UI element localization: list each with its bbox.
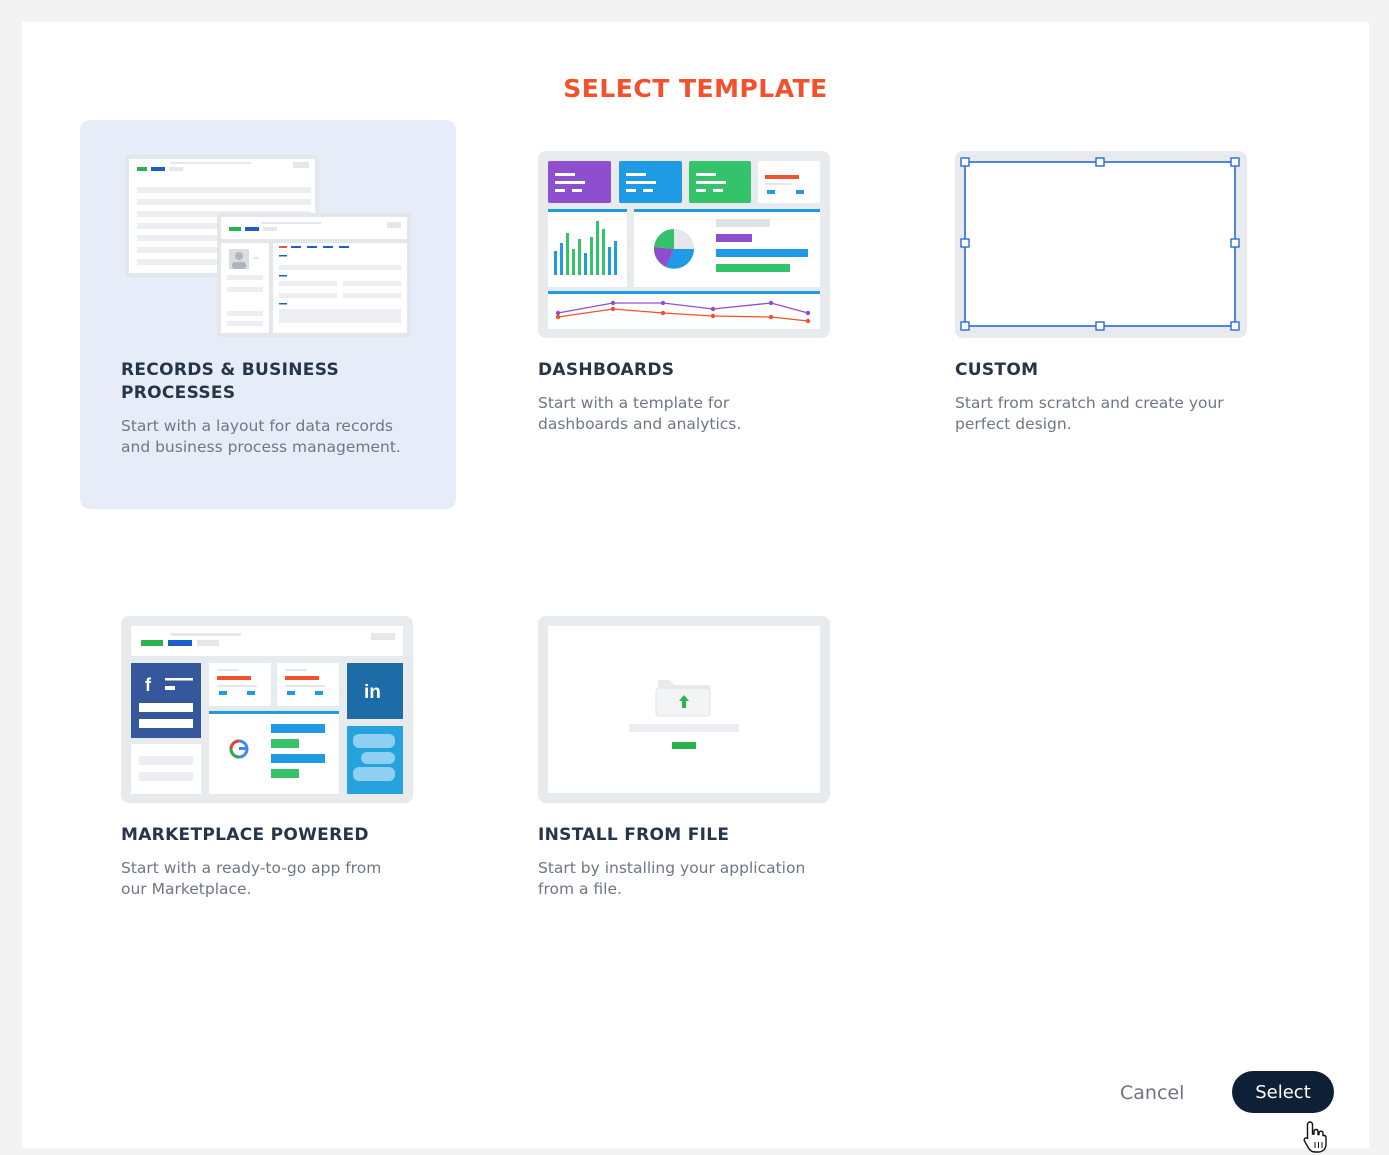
dialog-title: SELECT TEMPLATE (563, 74, 828, 103)
hand-pointer-cursor-icon (1303, 1121, 1327, 1153)
custom-frame-illustration (960, 157, 1240, 331)
select-template-dialog: SELECT TEMPLATE RECORDS & BUSINESS PROCE… (22, 22, 1369, 1153)
template-desc-install: Start by installing your application fro… (538, 859, 806, 898)
template-title-records: RECORDS & BUSINESS PROCESSES (121, 360, 340, 403)
template-card-custom[interactable]: CUSTOM Start from scratch and create you… (914, 120, 1290, 509)
template-title-dashboards: DASHBOARDS (538, 360, 675, 380)
records-thumbnail (121, 151, 413, 338)
template-desc-dashboards: Start with a template for dashboards and… (538, 394, 742, 433)
cancel-button[interactable]: Cancel (1120, 1075, 1184, 1111)
dashboards-illustration (548, 161, 820, 329)
marketplace-thumbnail: f in (121, 616, 413, 803)
template-card-marketplace[interactable]: f in MARKETPLACE POWERED Start with a re… (80, 585, 456, 974)
template-desc-marketplace: Start with a ready-to-go app from our Ma… (121, 859, 382, 898)
template-title-custom: CUSTOM (955, 360, 1039, 380)
marketplace-illustration: f in (131, 626, 403, 794)
select-button[interactable]: Select (1232, 1071, 1334, 1113)
linkedin-icon: in (364, 682, 381, 703)
folder-upload-icon (655, 680, 711, 717)
records-illustration (125, 155, 411, 337)
facebook-icon: f (145, 675, 152, 695)
template-desc-records: Start with a layout for data records and… (121, 417, 401, 456)
template-title-marketplace: MARKETPLACE POWERED (121, 825, 369, 845)
template-title-install: INSTALL FROM FILE (538, 825, 730, 845)
install-thumbnail (538, 616, 830, 803)
dashboards-thumbnail (538, 151, 830, 338)
template-card-dashboards[interactable]: DASHBOARDS Start with a template for das… (497, 120, 873, 509)
install-illustration (548, 626, 820, 793)
template-card-install[interactable]: INSTALL FROM FILE Start by installing yo… (497, 585, 873, 974)
template-card-records[interactable]: RECORDS & BUSINESS PROCESSES Start with … (80, 120, 456, 509)
template-desc-custom: Start from scratch and create your perfe… (955, 394, 1224, 433)
custom-thumbnail (955, 151, 1247, 338)
